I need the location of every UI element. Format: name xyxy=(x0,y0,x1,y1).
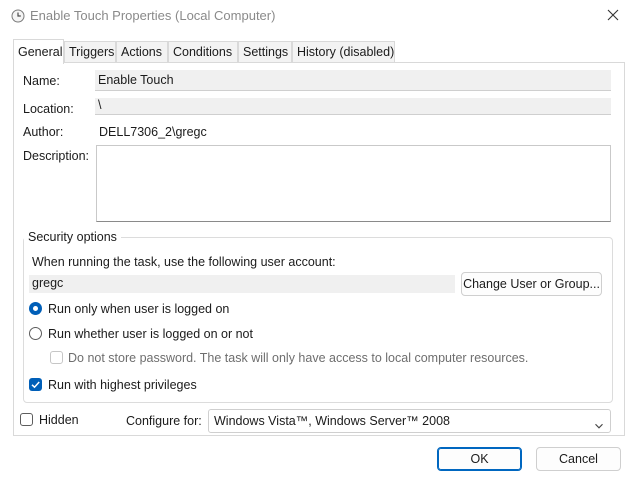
run-whether-logged-on-radio[interactable] xyxy=(29,327,42,340)
title-bar: Enable Touch Properties (Local Computer) xyxy=(0,0,632,32)
tab-settings[interactable]: Settings xyxy=(238,41,292,63)
close-button[interactable] xyxy=(594,0,632,32)
description-textarea[interactable] xyxy=(96,145,611,222)
do-not-store-password-checkbox xyxy=(50,351,63,364)
tab-conditions[interactable]: Conditions xyxy=(168,41,238,63)
name-label: Name: xyxy=(23,74,60,88)
configure-for-value: Windows Vista™, Windows Server™ 2008 xyxy=(214,414,450,428)
author-value: DELL7306_2\gregc xyxy=(99,125,207,139)
user-account-field: gregc xyxy=(29,275,455,293)
do-not-store-password-label: Do not store password. The task will onl… xyxy=(68,351,529,365)
run-only-logged-on-radio[interactable] xyxy=(29,302,42,315)
ok-button[interactable]: OK xyxy=(437,447,522,471)
window-title: Enable Touch Properties (Local Computer) xyxy=(30,8,276,23)
author-label: Author: xyxy=(23,125,64,139)
tab-triggers[interactable]: Triggers xyxy=(64,41,116,63)
configure-for-label: Configure for: xyxy=(126,414,202,428)
description-label: Description: xyxy=(23,149,89,163)
close-icon xyxy=(607,9,619,24)
change-user-button[interactable]: Change User or Group... xyxy=(461,272,602,296)
tab-general[interactable]: General xyxy=(13,39,64,64)
hidden-checkbox[interactable] xyxy=(20,413,33,426)
clock-properties-icon xyxy=(11,9,25,23)
tab-actions[interactable]: Actions xyxy=(116,41,168,63)
highest-privileges-label[interactable]: Run with highest privileges xyxy=(48,378,197,392)
name-field[interactable]: Enable Touch xyxy=(95,70,611,91)
run-whether-logged-on-label[interactable]: Run whether user is logged on or not xyxy=(48,327,253,341)
configure-for-dropdown[interactable]: Windows Vista™, Windows Server™ 2008 xyxy=(208,409,611,433)
location-field: \ xyxy=(95,98,611,115)
cancel-button[interactable]: Cancel xyxy=(536,447,621,471)
run-only-logged-on-label[interactable]: Run only when user is logged on xyxy=(48,302,229,316)
chevron-down-icon xyxy=(594,416,604,429)
security-options-title: Security options xyxy=(24,230,121,244)
tab-history[interactable]: History (disabled) xyxy=(292,41,395,63)
location-label: Location: xyxy=(23,102,74,116)
account-prompt: When running the task, use the following… xyxy=(32,255,336,269)
hidden-label[interactable]: Hidden xyxy=(39,413,79,427)
highest-privileges-checkbox[interactable] xyxy=(29,378,42,391)
